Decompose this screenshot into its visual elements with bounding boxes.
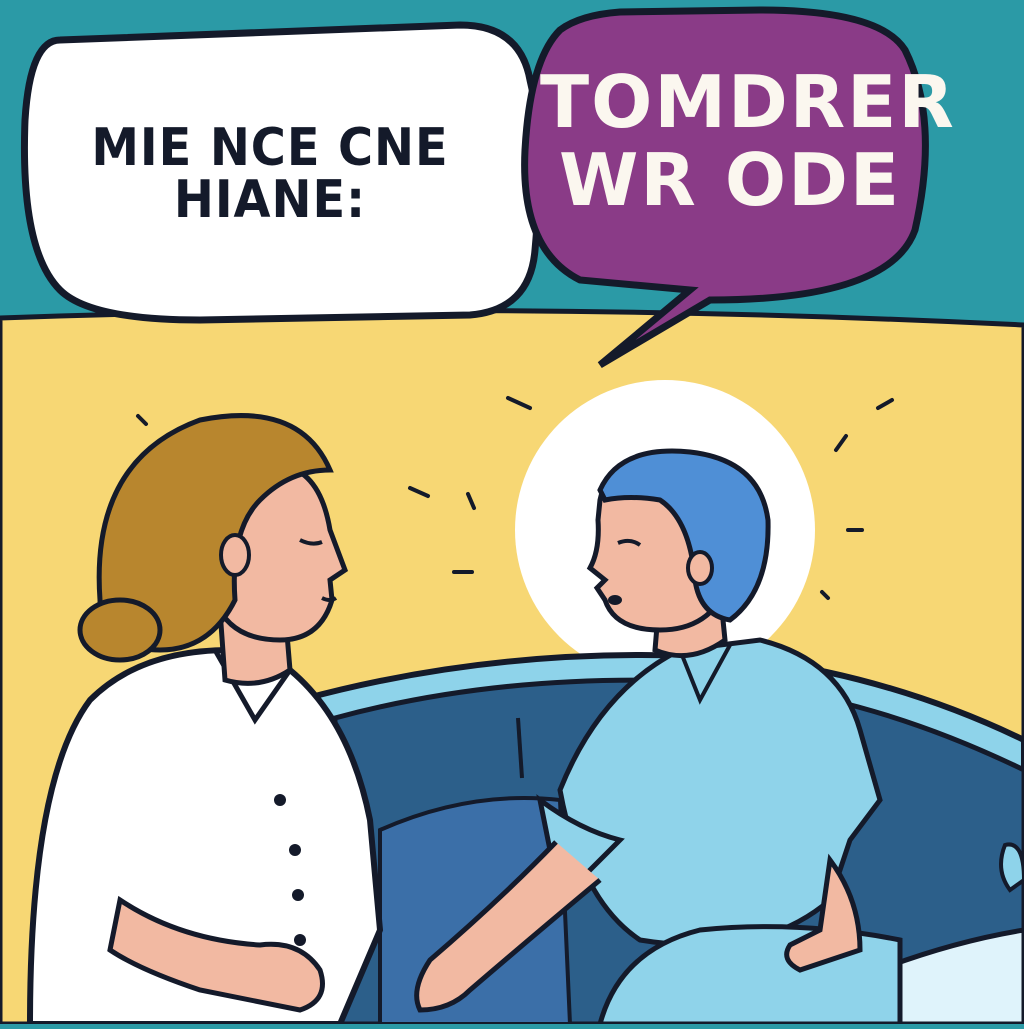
car-handle (999, 842, 1024, 893)
comic-panel: MIE NCE CNE HIANE: TOMDRER WR ODE (0, 0, 1024, 1027)
right-bubble-text: TOMDRER WR ODE (540, 60, 956, 222)
nurse-hair-bun (77, 597, 163, 663)
nurse-mouth (321, 596, 338, 602)
nurse-ear (219, 533, 251, 577)
patient-ear (686, 550, 714, 586)
patient-mouth (608, 595, 622, 605)
left-bubble-line1: MIE NCE CNE (91, 118, 449, 178)
right-bubble-line2: WR ODE (558, 138, 902, 222)
left-bubble-text: MIE NCE CNE HIANE: (77, 122, 463, 226)
left-bubble-line2: HIANE: (173, 170, 367, 230)
right-bubble-line1: TOMDRER (540, 60, 956, 144)
